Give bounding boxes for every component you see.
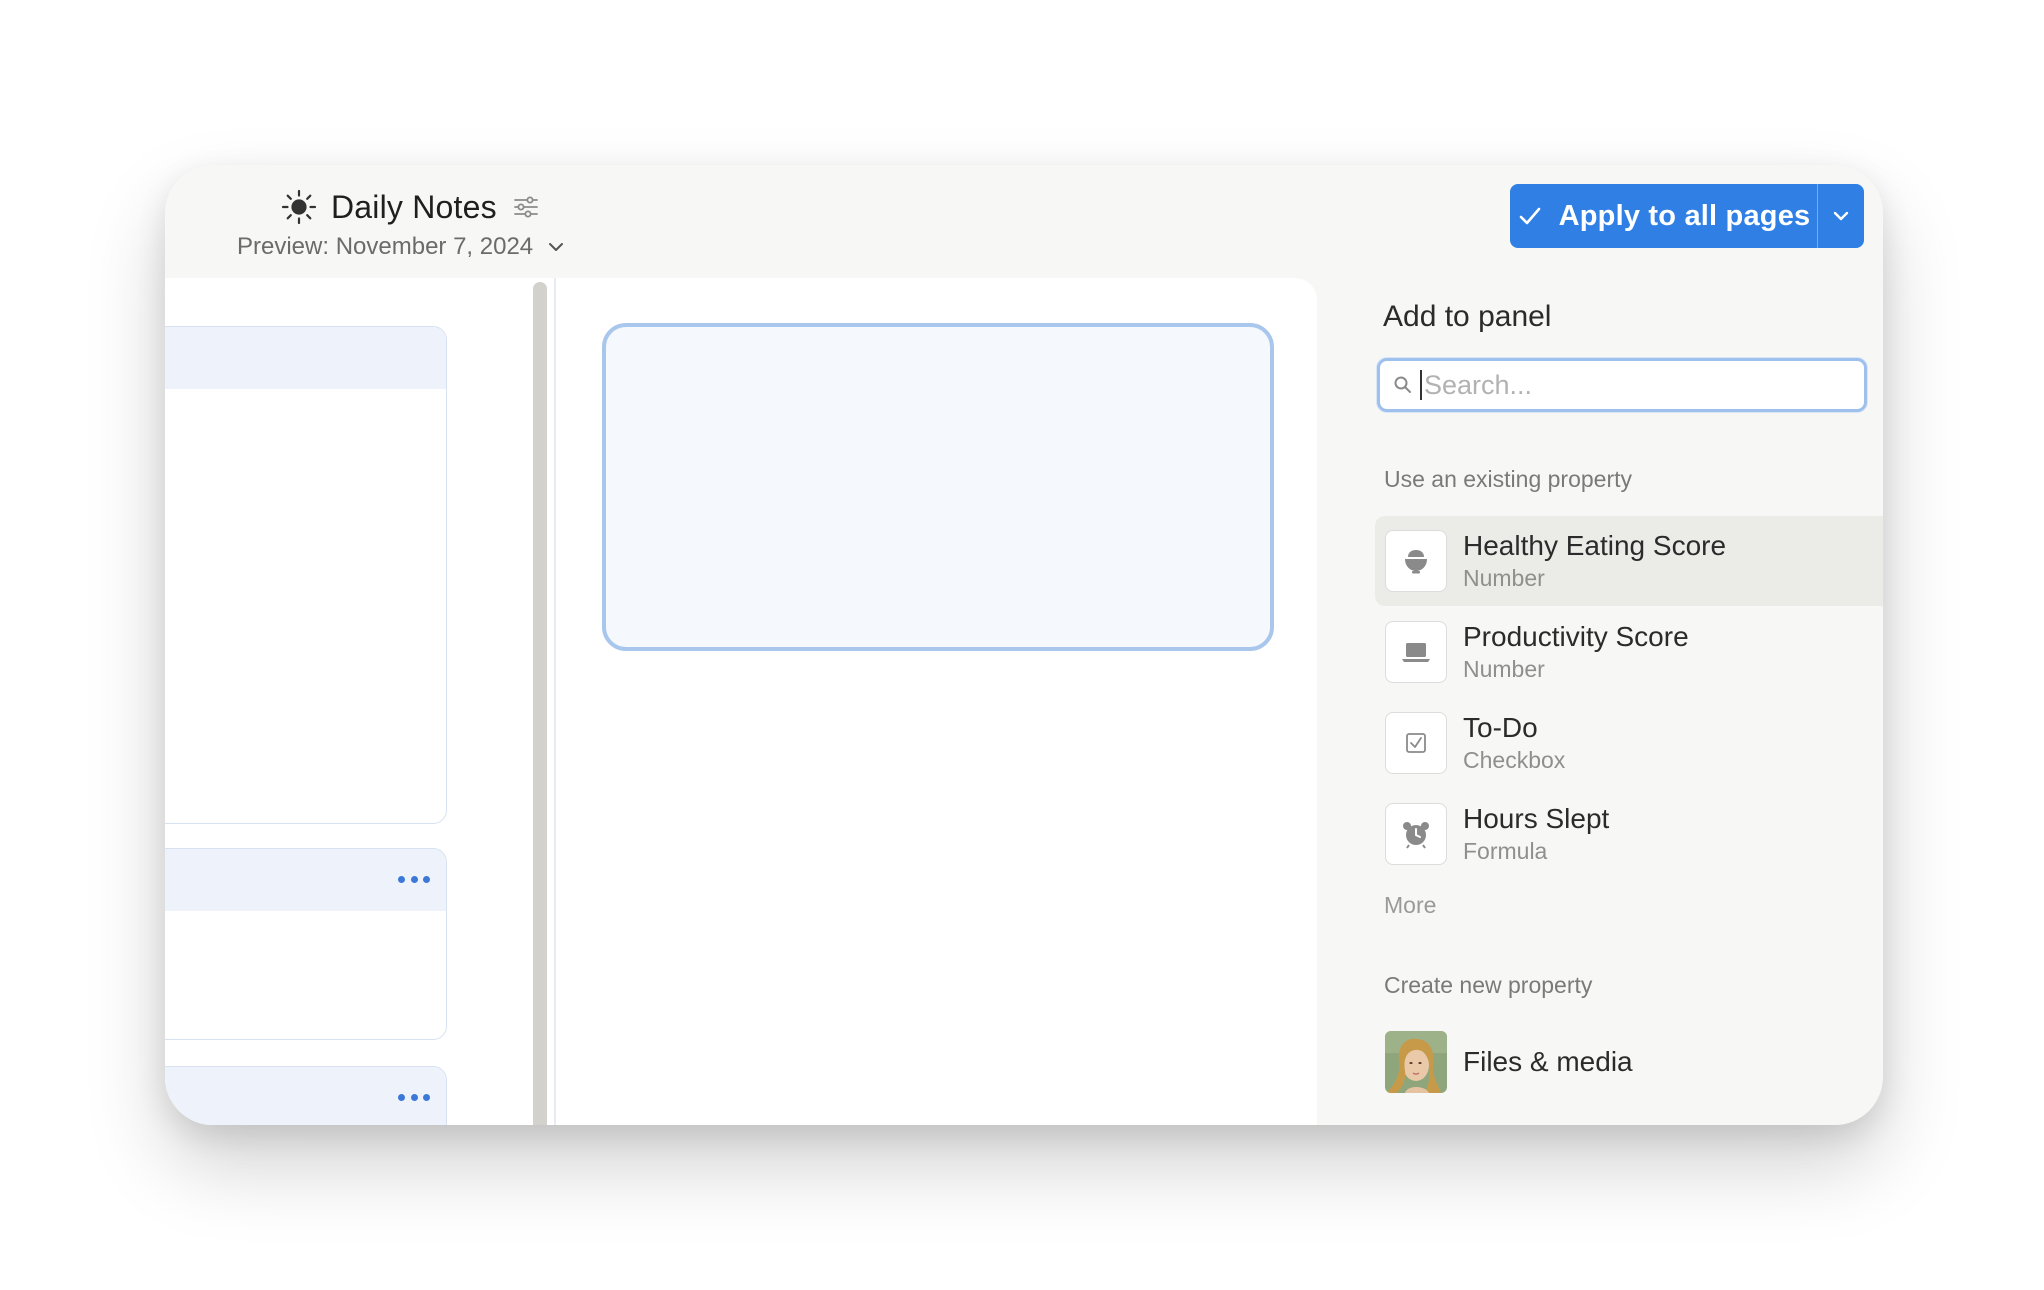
bowl-icon xyxy=(1385,530,1447,592)
block-header xyxy=(165,1067,446,1125)
search-icon xyxy=(1394,376,1411,393)
layout-block[interactable] xyxy=(165,848,447,1040)
checkmark-icon xyxy=(1519,207,1540,225)
checkbox-icon xyxy=(1385,712,1447,774)
more-options-icon[interactable] xyxy=(398,867,430,891)
create-property-heading: Create new property xyxy=(1384,972,1593,998)
settings-sliders-icon[interactable] xyxy=(511,192,541,222)
more-options-icon[interactable] xyxy=(398,1085,430,1109)
chevron-down-icon xyxy=(1833,211,1849,221)
layout-canvas xyxy=(165,278,1317,1125)
page-title: Daily Notes xyxy=(331,188,497,225)
property-item-to-do[interactable]: To-Do Checkbox xyxy=(1375,698,1883,788)
add-to-panel-sidebar: Add to panel Use an existing property He… xyxy=(1353,278,1883,1125)
chevron-down-icon xyxy=(545,236,567,258)
more-link[interactable]: More xyxy=(1384,892,1436,919)
property-item-healthy-eating-score[interactable]: Healthy Eating Score Number xyxy=(1375,516,1883,606)
layout-editor-window: Daily Notes Preview: November 7, 2024 Ap… xyxy=(165,165,1883,1125)
property-type: Number xyxy=(1463,656,1545,682)
resize-handle[interactable] xyxy=(533,282,547,1125)
property-item-hours-slept[interactable]: Hours Slept Formula xyxy=(1375,789,1883,879)
sun-icon xyxy=(281,189,317,225)
alarm-clock-icon xyxy=(1385,803,1447,865)
layout-block[interactable] xyxy=(165,1066,447,1125)
painting-thumbnail xyxy=(1385,1031,1447,1093)
apply-to-all-pages-button[interactable]: Apply to all pages xyxy=(1510,184,1817,248)
layout-block[interactable] xyxy=(165,326,447,824)
apply-button-label: Apply to all pages xyxy=(1558,199,1811,232)
text-cursor xyxy=(1420,370,1422,400)
apply-to-all-pages-button-group: Apply to all pages xyxy=(1510,184,1864,248)
preview-date-selector[interactable]: Preview: November 7, 2024 xyxy=(237,225,567,269)
preview-label: Preview: November 7, 2024 xyxy=(237,233,534,260)
search-input[interactable] xyxy=(1424,369,1824,401)
block-header xyxy=(165,327,446,389)
property-item-productivity-score[interactable]: Productivity Score Number xyxy=(1375,607,1883,697)
laptop-icon xyxy=(1385,621,1447,683)
divider xyxy=(554,278,556,1125)
property-name: Healthy Eating Score xyxy=(1463,530,1727,561)
panel-title: Add to panel xyxy=(1383,300,1552,333)
create-item-files-media[interactable]: Files & media xyxy=(1375,1026,1883,1098)
property-type: Number xyxy=(1463,565,1545,591)
property-type: Formula xyxy=(1463,838,1548,864)
existing-property-heading: Use an existing property xyxy=(1384,466,1633,492)
property-name: Hours Slept xyxy=(1463,803,1610,834)
property-name: To-Do xyxy=(1463,712,1538,743)
panel-drop-zone[interactable] xyxy=(602,323,1274,651)
block-header xyxy=(165,849,446,911)
search-box[interactable] xyxy=(1377,358,1867,412)
create-item-label: Files & media xyxy=(1463,1046,1633,1077)
property-type: Checkbox xyxy=(1463,747,1566,773)
apply-options-dropdown[interactable] xyxy=(1818,184,1864,248)
property-name: Productivity Score xyxy=(1463,621,1689,652)
